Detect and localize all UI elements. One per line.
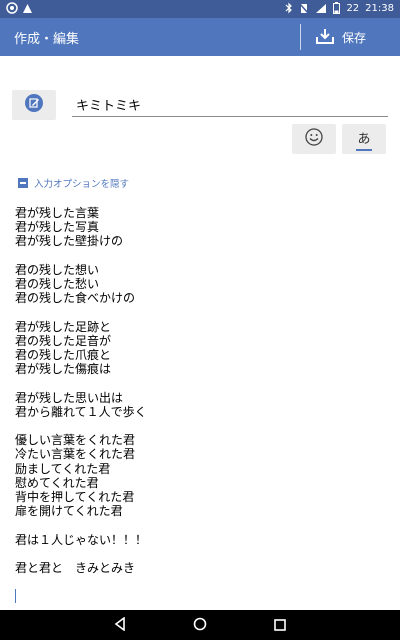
save-button[interactable]: 保存 — [316, 24, 366, 50]
app-bar: 作成・編集 保存 — [0, 18, 400, 56]
system-nav-bar — [0, 610, 400, 640]
toggle-input-options[interactable]: 入力オプションを隠す — [18, 176, 129, 190]
minus-icon — [18, 178, 28, 188]
home-icon — [193, 616, 207, 635]
download-icon — [316, 28, 334, 47]
save-label: 保存 — [342, 30, 367, 45]
kana-label: あ — [357, 131, 371, 147]
body-textarea[interactable]: 君が残した言葉 君が残した写真 君が残した壁掛けの 君の残した想い 君の残した愁… — [15, 206, 385, 606]
page-title: 作成・編集 — [14, 32, 80, 47]
status-time: 21:38 — [365, 2, 394, 14]
battery-icon — [333, 2, 341, 14]
title-input[interactable] — [72, 94, 388, 117]
kana-input-button[interactable]: あ — [342, 124, 386, 154]
edit-button[interactable] — [12, 90, 56, 120]
signal-icon — [315, 3, 327, 14]
smiley-icon — [305, 128, 323, 150]
warning-icon — [22, 3, 33, 14]
recents-button[interactable] — [270, 617, 290, 633]
emoji-button[interactable] — [292, 124, 336, 154]
recents-icon — [274, 616, 286, 635]
toggle-options-label: 入力オプションを隠す — [34, 179, 130, 190]
bluetooth-icon — [285, 2, 293, 14]
battery-percentage: 22 — [346, 2, 360, 14]
sync-icon — [6, 2, 18, 14]
app-bar-divider — [300, 24, 301, 50]
mute-icon — [299, 3, 309, 14]
text-caret — [15, 589, 16, 603]
back-button[interactable] — [110, 615, 130, 635]
back-icon — [114, 615, 126, 635]
kana-underline — [356, 148, 372, 151]
home-button[interactable] — [190, 617, 210, 633]
edit-icon — [24, 93, 44, 117]
status-bar: 22 21:38 — [0, 0, 400, 18]
